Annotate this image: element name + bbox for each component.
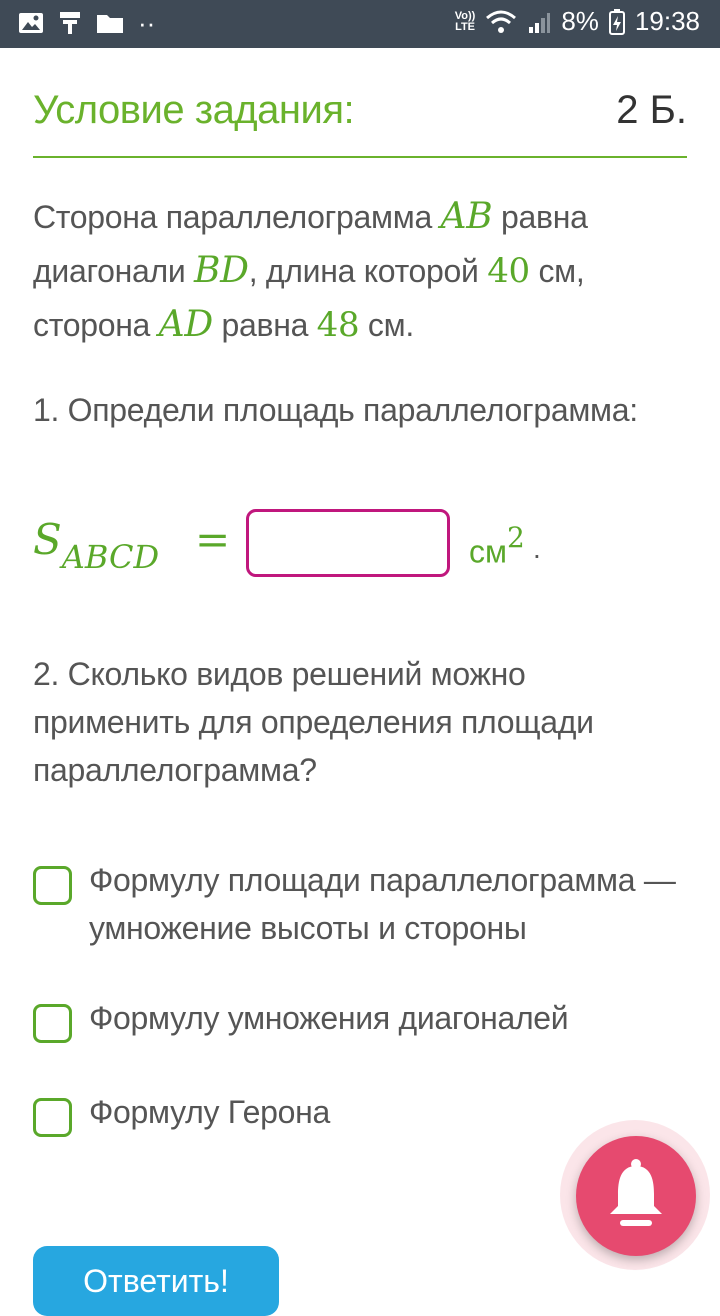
status-bar: ·· Vo)) LTE 8% 19:38 — [0, 0, 720, 48]
math-ab: AB — [440, 196, 493, 237]
volte-indicator: Vo)) LTE — [454, 9, 476, 33]
task-points: 2 Б. — [616, 88, 687, 132]
area-unit: см2 — [469, 521, 525, 570]
option-label: Формулу умножения диагоналей — [89, 1000, 569, 1036]
task-title: Условие задания: — [33, 88, 355, 132]
folder-icon — [97, 15, 123, 33]
cell-signal-icon — [529, 12, 551, 33]
option-label: Формулу площади параллелограмма — умноже… — [89, 862, 676, 946]
notification-bell-button[interactable] — [576, 1136, 696, 1256]
area-formula: SABCD = см2 . — [33, 505, 693, 585]
task-header: Условие задания: 2 Б. — [33, 88, 687, 158]
wifi-icon — [486, 10, 517, 33]
more-notifications-dots: ·· — [138, 8, 156, 38]
task-condition: Сторона параллелограмма AB равна диагона… — [33, 196, 588, 345]
formula-period: . — [533, 533, 541, 564]
equals-sign: = — [195, 515, 231, 564]
usb-hub-icon — [60, 12, 80, 34]
status-left-icons: ·· — [18, 10, 155, 36]
math-40: 40 — [487, 251, 530, 291]
submit-button[interactable]: Ответить! — [33, 1246, 279, 1316]
battery-charging-icon — [608, 8, 625, 35]
clock: 19:38 — [634, 6, 700, 36]
area-symbol: SABCD — [33, 515, 160, 576]
gallery-icon — [19, 13, 43, 33]
status-right-icons: Vo)) LTE 8% 19:38 — [455, 6, 700, 37]
math-48: 48 — [316, 305, 360, 345]
option-checkbox[interactable] — [33, 866, 72, 905]
math-ad: AD — [158, 304, 214, 345]
option-checkbox[interactable] — [33, 1004, 72, 1043]
option-checkbox[interactable] — [33, 1098, 72, 1137]
option-label: Формулу Герона — [89, 1094, 330, 1130]
math-bd: BD — [194, 250, 249, 291]
area-answer-input[interactable] — [246, 509, 450, 577]
question-1: 1. Определи площадь параллелограмма: — [33, 392, 638, 428]
bell-icon — [610, 1159, 662, 1226]
battery-percent: 8% — [561, 6, 599, 36]
question-2: 2. Сколько видов решений можно применить… — [33, 656, 594, 788]
